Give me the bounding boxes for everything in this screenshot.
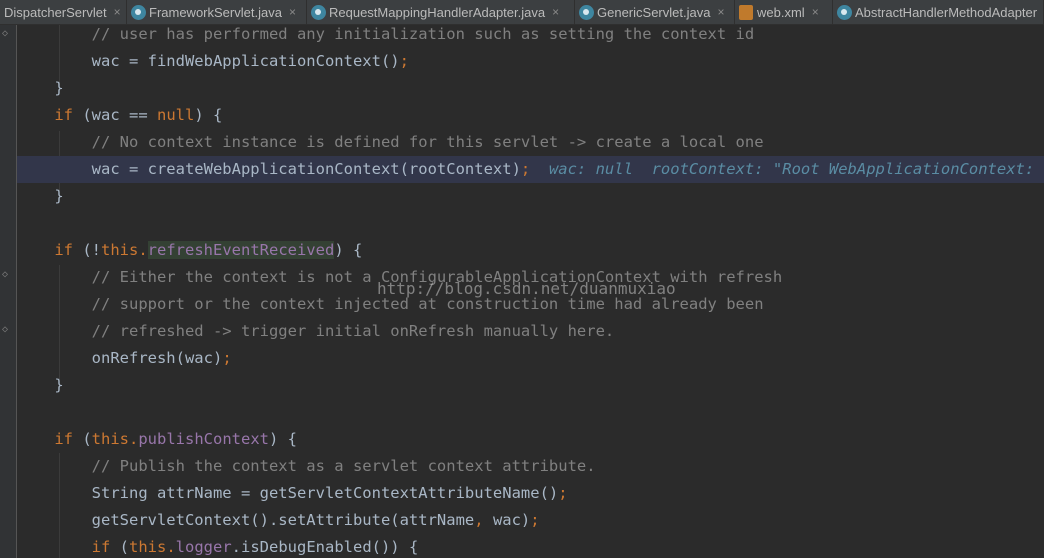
editor-tab-bar: DispatcherServlet × FrameworkServlet.jav… [0,0,1044,25]
code-line: if (wac == null) { [54,106,223,124]
close-icon[interactable]: × [552,5,559,19]
tab-label: AbstractHandlerMethodAdapter [855,4,1038,20]
code-line: String attrName = getServletContextAttri… [91,484,568,502]
watermark: http://blog.csdn.net/duanmuxiao [377,279,676,298]
code-line: onRefresh(wac); [91,349,232,367]
tab-dispatcher-servlet[interactable]: DispatcherServlet × [0,0,127,24]
java-class-icon [131,4,146,20]
java-class-icon [837,4,852,20]
tab-label: RequestMappingHandlerAdapter.java [329,4,546,20]
java-class-icon [579,4,594,20]
current-execution-line: wac = createWebApplicationContext(rootCo… [17,156,1044,183]
code-line: if (!this.refreshEventReceived) { [54,241,363,259]
fold-marker-icon[interactable]: ◇ [2,324,12,336]
close-icon[interactable]: × [812,5,819,19]
tab-label: GenericServlet.java [597,4,711,20]
code-line: // Publish the context as a servlet cont… [91,457,596,475]
java-class-icon [311,4,326,20]
fold-marker-icon[interactable]: ◇ [2,269,12,281]
code-line: // No context instance is defined for th… [91,133,764,151]
tab-web-xml[interactable]: web.xml × [735,0,833,24]
code-line: // user has performed any initialization… [91,25,755,43]
close-icon[interactable]: × [289,5,296,19]
code-line: // refreshed -> trigger initial onRefres… [91,322,615,340]
fold-marker-icon[interactable]: ◇ [2,28,12,40]
code-line: if (this.publishContext) { [54,430,297,448]
editor-gutter[interactable]: ◇ ◇ ◇ [0,25,16,558]
tab-label: web.xml [757,4,805,20]
code-line: wac = findWebApplicationContext(); [91,52,409,70]
close-icon[interactable]: × [717,5,724,19]
tab-label: DispatcherServlet [4,4,107,20]
tab-request-mapping-handler-adapter[interactable]: RequestMappingHandlerAdapter.java × [307,0,575,24]
close-icon[interactable]: × [114,5,121,19]
code-line: } [54,79,64,97]
tab-generic-servlet[interactable]: GenericServlet.java × [575,0,735,24]
tab-abstract-handler-method-adapter[interactable]: AbstractHandlerMethodAdapter [833,0,1044,24]
tab-label: FrameworkServlet.java [149,4,282,20]
code-line: if (this.logger.isDebugEnabled()) { [91,538,419,556]
code-line: getServletContext().setAttribute(attrNam… [91,511,540,529]
xml-file-icon [739,4,753,20]
inline-debug-values: wac: null rootContext: "Root WebApplicat… [548,160,1044,178]
tab-framework-servlet[interactable]: FrameworkServlet.java × [127,0,307,24]
code-line: } [54,376,64,394]
code-line: } [54,187,64,205]
